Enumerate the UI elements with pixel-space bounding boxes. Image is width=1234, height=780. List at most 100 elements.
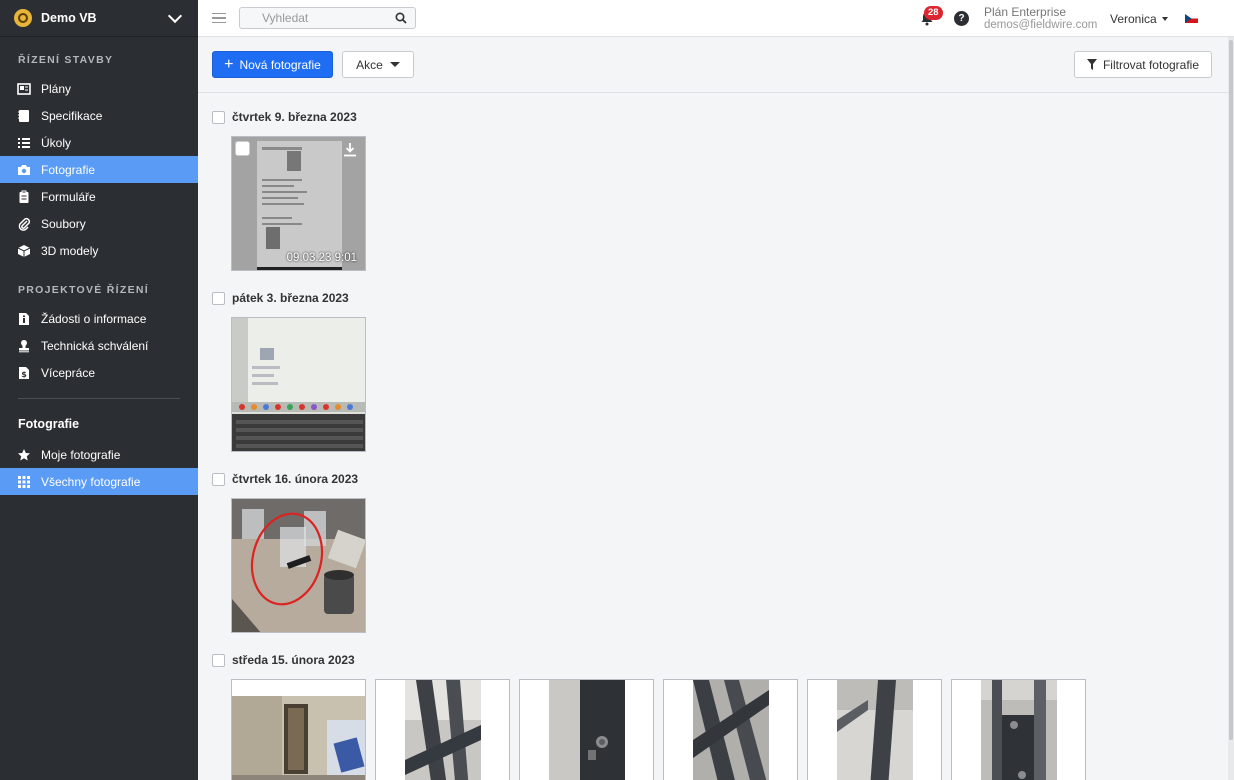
filter-icon (1086, 59, 1097, 70)
group-checkbox[interactable] (212, 291, 225, 305)
actions-label: Akce (356, 57, 383, 72)
tasks-icon (17, 136, 31, 150)
user-menu[interactable]: Veronica (1110, 12, 1168, 26)
download-icon[interactable] (343, 142, 357, 157)
account-info: Plán Enterprise demos@fieldwire.com (984, 6, 1097, 32)
photo-image (376, 680, 509, 780)
plans-icon (17, 82, 31, 96)
new-photo-label: Nová fotografie (239, 57, 321, 72)
sidebar-item-3d-models[interactable]: 3D modely (0, 237, 198, 264)
filter-photos-button[interactable]: Filtrovat fotografie (1074, 51, 1212, 78)
sidebar-item-change-orders[interactable]: $ Vícepráce (0, 359, 198, 386)
photo-thumbnail[interactable] (231, 498, 366, 633)
account-email: demos@fieldwire.com (984, 19, 1098, 31)
sidebar-item-rfi[interactable]: Žádosti o informace (0, 305, 198, 332)
sidebar-item-label: Plány (41, 81, 72, 96)
new-photo-button[interactable]: + Nová fotografie (212, 51, 333, 78)
sidebar-item-forms[interactable]: Formuláře (0, 183, 198, 210)
sidebar-item-specs[interactable]: Specifikace (0, 102, 198, 129)
svg-text:$: $ (21, 370, 27, 379)
photo-thumbnail[interactable] (375, 679, 510, 780)
actions-dropdown[interactable]: Akce (342, 51, 414, 78)
project-logo-icon (14, 9, 32, 27)
photo-thumbnail[interactable] (231, 679, 366, 780)
info-doc-icon (17, 312, 31, 326)
stamp-icon (17, 339, 31, 353)
photo-thumbnail[interactable] (519, 679, 654, 780)
clipboard-icon (17, 190, 31, 204)
photo-image (232, 680, 365, 780)
section-construction: ŘÍZENÍ STAVBY (18, 54, 114, 66)
photo-group: pátek 3. března 2023 (212, 288, 375, 452)
user-name: Veronica (1110, 12, 1157, 26)
plus-icon: + (224, 55, 234, 73)
group-checkbox[interactable] (212, 110, 225, 124)
scrollbar-thumb[interactable] (1229, 40, 1233, 740)
photo-thumbnail[interactable]: 09.03.23 9:01 (231, 136, 366, 271)
paperclip-icon (17, 217, 31, 231)
photo-timestamp: 09.03.23 9:01 (286, 252, 357, 264)
group-checkbox[interactable] (212, 472, 225, 486)
caret-down-icon (389, 62, 400, 67)
chevron-down-icon[interactable] (167, 8, 183, 23)
photo-group: čtvrtek 9. března 2023 09.03.23 9:01 (212, 107, 375, 271)
project-switcher[interactable]: Demo VB (0, 0, 198, 37)
photo-image (808, 680, 941, 780)
sidebar-item-label: Fotografie (41, 162, 96, 177)
photo-group: čtvrtek 16. února 2023 (212, 469, 375, 633)
cube-icon (17, 244, 31, 258)
czech-flag-icon[interactable] (1185, 14, 1198, 23)
group-date: středa 15. února 2023 (232, 653, 355, 667)
sidebar-item-label: Vícepráce (41, 365, 96, 380)
photo-image (520, 680, 653, 780)
filter-label: Filtrovat fotografie (1102, 57, 1200, 72)
specs-icon (17, 109, 31, 123)
search-box (239, 7, 416, 29)
sidebar: Demo VB ŘÍZENÍ STAVBY Plány Specifikace … (0, 0, 198, 780)
notification-badge: 28 (924, 6, 943, 20)
camera-icon (17, 163, 31, 177)
group-date: pátek 3. března 2023 (232, 291, 349, 305)
sidebar-item-plans[interactable]: Plány (0, 75, 198, 102)
group-date: čtvrtek 16. února 2023 (232, 472, 359, 486)
plan-name: Plán Enterprise (984, 5, 1067, 19)
photo-list: čtvrtek 9. března 2023 09.03.23 9:01 pát… (198, 93, 1228, 780)
caret-down-icon (1161, 17, 1168, 21)
sidebar-item-label: Úkoly (41, 135, 72, 150)
section-project: PROJEKTOVÉ ŘÍZENÍ (18, 284, 150, 296)
sidebar-item-label: Technická schválení (41, 338, 149, 353)
project-name: Demo VB (41, 11, 97, 25)
group-checkbox[interactable] (212, 653, 225, 667)
top-bar: 28 ? Plán Enterprise demos@fieldwire.com… (198, 0, 1234, 37)
sidebar-item-submittals[interactable]: Technická schválení (0, 332, 198, 359)
photo-thumbnail[interactable] (951, 679, 1086, 780)
star-icon (17, 448, 31, 462)
photo-thumbnail[interactable] (231, 317, 366, 452)
group-date: čtvrtek 9. března 2023 (232, 110, 357, 124)
photo-thumbnail[interactable] (807, 679, 942, 780)
sidebar-item-photos[interactable]: Fotografie (0, 156, 198, 183)
action-bar: + Nová fotografie Akce Filtrovat fotogra… (198, 37, 1228, 93)
sidebar-item-files[interactable]: Soubory (0, 210, 198, 237)
sidebar-item-label: Formuláře (41, 189, 96, 204)
photos-heading: Fotografie (18, 417, 80, 431)
menu-icon[interactable] (212, 10, 226, 27)
sidebar-item-all-photos[interactable]: Všechny fotografie (0, 468, 198, 495)
grid-icon (17, 475, 31, 489)
sidebar-item-label: Žádosti o informace (41, 311, 147, 326)
photo-image (232, 137, 365, 270)
sidebar-item-label: Všechny fotografie (41, 474, 141, 489)
dollar-doc-icon: $ (17, 366, 31, 380)
sidebar-divider (18, 398, 180, 399)
sidebar-item-label: 3D modely (41, 243, 99, 258)
photo-select-checkbox[interactable] (235, 141, 250, 156)
sidebar-item-label: Moje fotografie (41, 447, 121, 462)
sidebar-item-my-photos[interactable]: Moje fotografie (0, 441, 198, 468)
help-icon[interactable]: ? (954, 11, 969, 26)
search-input[interactable] (262, 11, 395, 25)
photo-thumbnail[interactable] (663, 679, 798, 780)
search-icon[interactable] (395, 12, 407, 24)
sidebar-item-tasks[interactable]: Úkoly (0, 129, 198, 156)
photo-image (232, 499, 365, 632)
photo-image (952, 680, 1085, 780)
